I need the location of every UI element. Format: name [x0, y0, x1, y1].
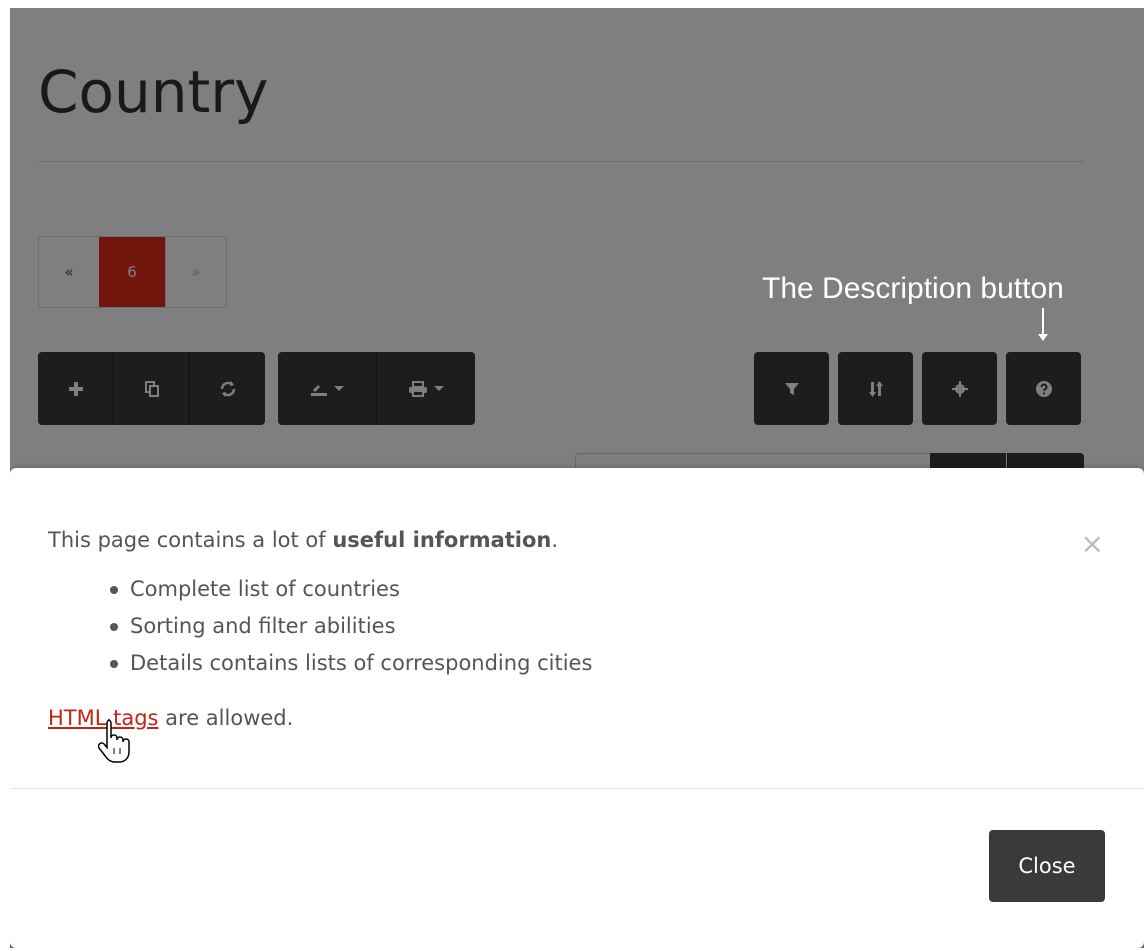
- note-text: are allowed.: [158, 706, 294, 730]
- modal-intro: This page contains a lot of useful infor…: [48, 528, 558, 552]
- intro-text: This page contains a lot of: [48, 528, 333, 552]
- annotation-arrow: [1042, 308, 1044, 336]
- modal-footer-divider: [10, 788, 1144, 789]
- close-icon[interactable]: ×: [1081, 530, 1104, 558]
- list-item: Details contains lists of corresponding …: [110, 645, 592, 682]
- intro-end-text: .: [551, 528, 559, 552]
- description-modal: This page contains a lot of useful infor…: [10, 468, 1144, 948]
- list-item: Sorting and filter abilities: [110, 608, 592, 645]
- arrow-down-icon: [1038, 334, 1048, 341]
- feature-list: Complete list of countries Sorting and f…: [110, 571, 592, 682]
- annotation-label: The Description button: [762, 272, 1064, 305]
- modal-body: This page contains a lot of useful infor…: [10, 468, 1144, 788]
- app-frame: Country « 6 »: [10, 8, 1144, 948]
- modal-note: HTML tags are allowed.: [48, 706, 293, 730]
- intro-bold-text: useful information: [332, 528, 552, 552]
- close-button[interactable]: Close: [989, 830, 1105, 902]
- list-item: Complete list of countries: [110, 571, 592, 608]
- hand-cursor-icon: [98, 719, 130, 763]
